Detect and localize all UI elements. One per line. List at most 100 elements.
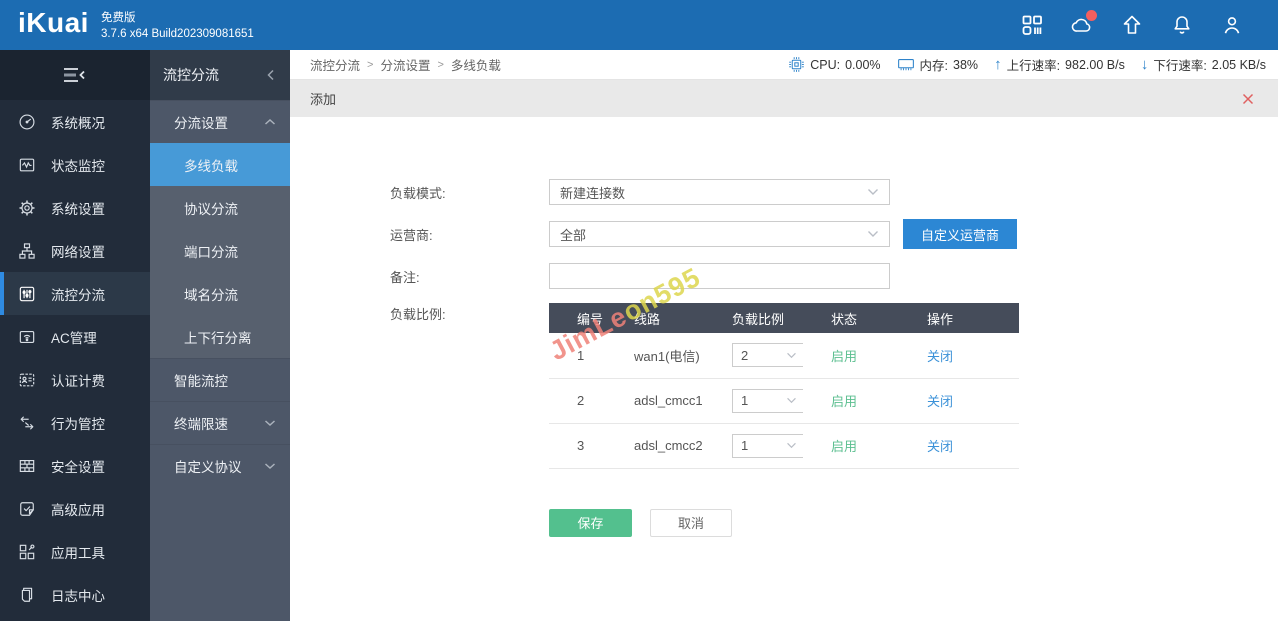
sidebar-item-ac-management[interactable]: AC管理	[0, 315, 150, 358]
sidebar-item-behavior-control[interactable]: 行为管控	[0, 401, 150, 444]
upgrade-arrow-icon[interactable]	[1120, 13, 1144, 37]
monitor-wave-icon	[17, 155, 37, 175]
submenu-panel: 流控分流 分流设置 多线负载 协议分流 端口分流 域名分流 上下行分离 智能流控	[150, 50, 290, 621]
ratio-value: 2	[741, 348, 748, 363]
version-block: 免费版 3.7.6 x64 Build202309081651	[101, 8, 254, 42]
sidebar-item-flow-control[interactable]: 流控分流	[0, 272, 150, 315]
submenu-item-port-diversion[interactable]: 端口分流	[150, 229, 290, 272]
sidebar-collapse-button[interactable]	[0, 50, 150, 100]
ratio-label: 负载比例:	[390, 303, 549, 323]
row-line: adsl_cmcc2	[606, 423, 704, 468]
col-header-ratio: 负载比例	[704, 303, 803, 333]
ratio-select[interactable]: 2	[732, 343, 804, 367]
status-badge: 启用	[831, 349, 857, 364]
collapse-menu-icon	[60, 64, 90, 86]
save-button[interactable]: 保存	[549, 509, 632, 537]
id-card-icon	[17, 370, 37, 390]
submenu-item-label: 协议分流	[184, 198, 238, 218]
load-mode-select[interactable]: 新建连接数	[549, 179, 890, 205]
submenu-item-label: 端口分流	[184, 241, 238, 261]
sidebar-item-app-tools[interactable]: 应用工具	[0, 530, 150, 573]
submenu-item-label: 自定义协议	[174, 456, 242, 476]
sidebar-item-system-overview[interactable]: 系统概况	[0, 100, 150, 143]
user-icon[interactable]	[1220, 13, 1244, 37]
cloud-icon[interactable]	[1070, 13, 1094, 37]
gear-icon	[17, 198, 37, 218]
close-icon[interactable]	[1242, 93, 1254, 105]
add-form: 负载模式: 新建连接数 运营商: 全部 自定义运营商	[290, 117, 1278, 621]
chevron-down-icon	[786, 397, 797, 404]
breadcrumb-item: 分流设置	[380, 55, 430, 74]
isp-select[interactable]: 全部	[549, 221, 890, 247]
status-badge: 启用	[831, 439, 857, 454]
custom-isp-button[interactable]: 自定义运营商	[903, 219, 1017, 249]
submenu-item-diversion-settings[interactable]: 分流设置	[150, 100, 290, 143]
col-header-status: 状态	[803, 303, 899, 333]
close-line-link[interactable]: 关闭	[927, 349, 953, 364]
submenu-item-domain-diversion[interactable]: 域名分流	[150, 272, 290, 315]
submenu-header-flow-control[interactable]: 流控分流	[150, 50, 290, 100]
sidebar-item-label: 状态监控	[51, 155, 105, 175]
apps-grid-icon[interactable]	[1020, 13, 1044, 37]
upload-value: 982.00 B/s	[1065, 58, 1125, 72]
breadcrumb-item: 多线负载	[451, 55, 501, 74]
pages-icon	[17, 585, 37, 605]
submenu-item-smart-qos[interactable]: 智能流控	[150, 358, 290, 401]
wifi-panel-icon	[17, 327, 37, 347]
isp-label: 运营商:	[390, 224, 549, 244]
close-line-link[interactable]: 关闭	[927, 439, 953, 454]
row-line: wan1(电信)	[606, 333, 704, 378]
submenu-item-custom-protocol[interactable]: 自定义协议	[150, 444, 290, 487]
gauge-icon	[17, 112, 37, 132]
cpu-value: 0.00%	[845, 58, 880, 72]
download-label: 下行速率:	[1153, 55, 1206, 74]
sidebar-item-label: 高级应用	[51, 499, 105, 519]
bell-icon[interactable]	[1170, 13, 1194, 37]
sidebar-item-label: 认证计费	[51, 370, 105, 390]
sidebar-item-label: 行为管控	[51, 413, 105, 433]
sidebar-item-auth-billing[interactable]: 认证计费	[0, 358, 150, 401]
row-line: adsl_cmcc1	[606, 378, 704, 423]
memory-value: 38%	[953, 58, 978, 72]
memory-stat: 内存: 38%	[897, 55, 979, 74]
close-line-link[interactable]: 关闭	[927, 394, 953, 409]
chevron-down-icon	[867, 230, 879, 238]
sidebar-item-advanced-apps[interactable]: 高级应用	[0, 487, 150, 530]
submenu-item-updown-separation[interactable]: 上下行分离	[150, 315, 290, 358]
sidebar-item-system-settings[interactable]: 系统设置	[0, 186, 150, 229]
submenu-item-multiline-load[interactable]: 多线负载	[150, 143, 290, 186]
doc-check-icon	[17, 499, 37, 519]
breadcrumb: 流控分流 > 分流设置 > 多线负载	[310, 55, 501, 74]
ratio-select[interactable]: 1	[732, 389, 804, 413]
notification-badge	[1086, 10, 1097, 21]
ratio-value: 1	[741, 438, 748, 453]
edition-label: 免费版	[101, 10, 254, 26]
arrow-down-icon: ↓	[1141, 57, 1149, 72]
ratio-select[interactable]: 1	[732, 434, 804, 458]
remark-input[interactable]	[549, 263, 890, 289]
version-label: 3.7.6 x64 Build202309081651	[101, 26, 254, 42]
sidebar-item-security-settings[interactable]: 安全设置	[0, 444, 150, 487]
status-bar: CPU: 0.00% 内存: 38% ↑ 上行速率: 982.00 B/s	[788, 55, 1266, 74]
sidebar-item-label: 网络设置	[51, 241, 105, 261]
topbar-icon-group	[1020, 13, 1278, 37]
isp-value: 全部	[560, 225, 586, 244]
status-badge: 启用	[831, 394, 857, 409]
chevron-down-icon	[786, 352, 797, 359]
sidebar-item-label: 安全设置	[51, 456, 105, 476]
col-header-line: 线路	[606, 303, 704, 333]
submenu-item-protocol-diversion[interactable]: 协议分流	[150, 186, 290, 229]
table-header-row: 编号 线路 负载比例 状态 操作	[549, 303, 1019, 333]
cancel-button[interactable]: 取消	[650, 509, 732, 537]
table-row: 3 adsl_cmcc2 1 启用	[549, 423, 1019, 468]
submenu-item-terminal-limit[interactable]: 终端限速	[150, 401, 290, 444]
download-stat: ↓ 下行速率: 2.05 KB/s	[1141, 55, 1266, 74]
panel-header: 添加	[290, 80, 1278, 117]
sidebar-item-log-center[interactable]: 日志中心	[0, 573, 150, 616]
sidebar-item-label: 系统设置	[51, 198, 105, 218]
row-id: 3	[549, 423, 606, 468]
load-ratio-table: 编号 线路 负载比例 状态 操作 1 wan1(电信)	[549, 303, 1019, 469]
submenu-item-label: 终端限速	[174, 413, 228, 433]
sidebar-item-network-settings[interactable]: 网络设置	[0, 229, 150, 272]
sidebar-item-status-monitor[interactable]: 状态监控	[0, 143, 150, 186]
